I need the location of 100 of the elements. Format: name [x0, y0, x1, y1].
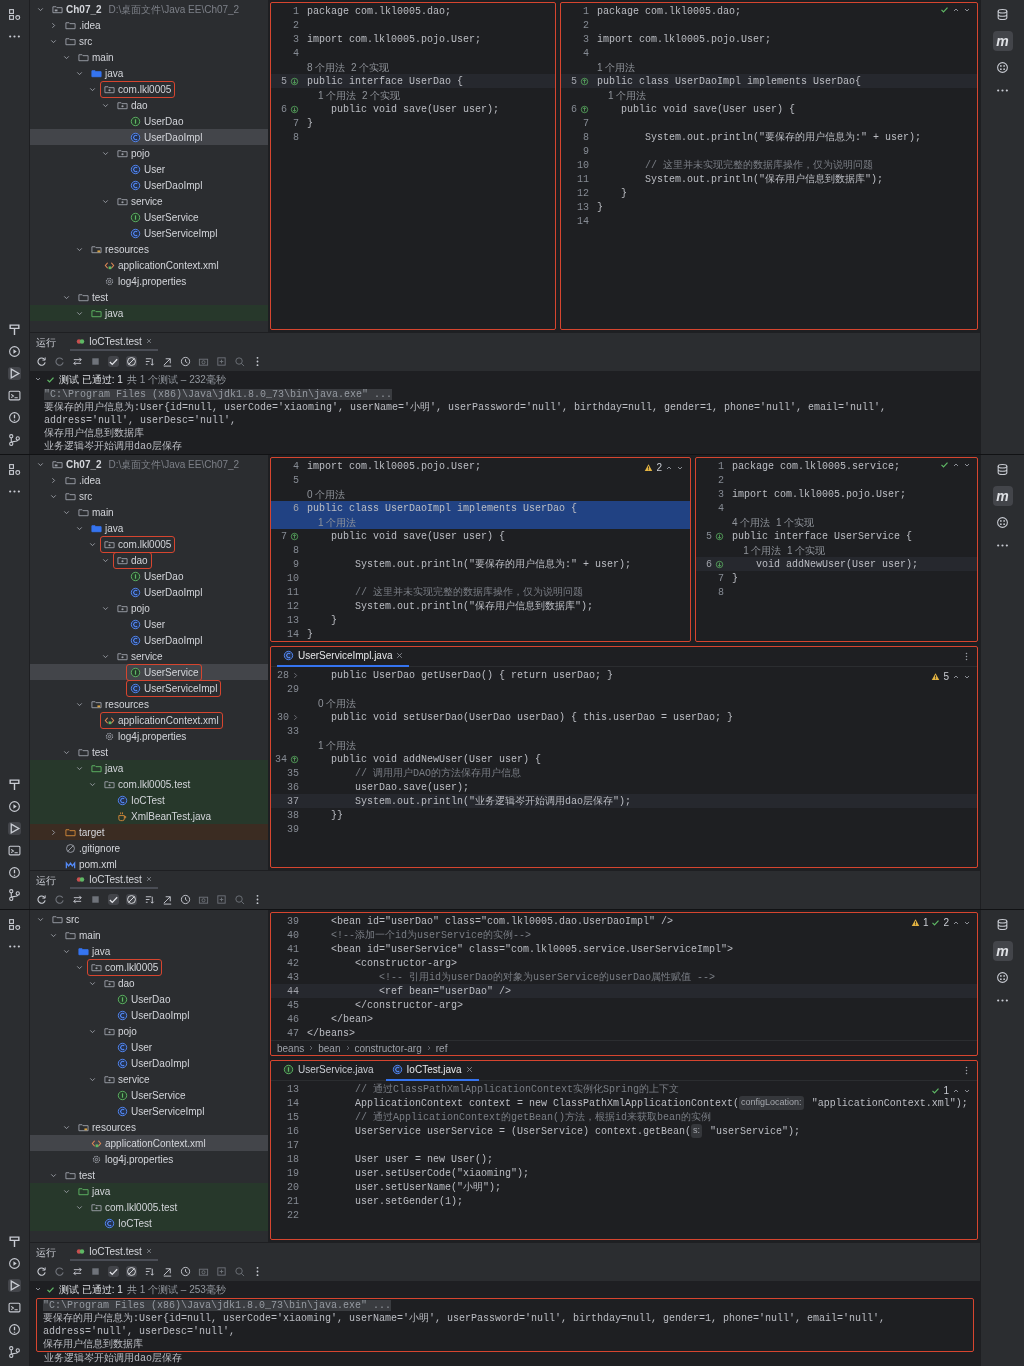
tree-item[interactable]: UserDaoImpl [113, 1054, 194, 1072]
plugin-icon[interactable] [996, 516, 1009, 529]
down-arrow-circle-icon[interactable] [290, 76, 299, 86]
sort-icon[interactable] [144, 1265, 155, 1277]
export-icon[interactable] [216, 1265, 227, 1277]
git-icon[interactable] [8, 433, 21, 446]
up-arrow-circle-icon[interactable] [290, 531, 299, 541]
plugin-icon[interactable] [996, 971, 1009, 984]
services-icon[interactable] [8, 345, 21, 358]
tree-item[interactable]: UserService [113, 1086, 190, 1104]
blocked-icon[interactable] [126, 1265, 137, 1277]
run-icon[interactable] [8, 1279, 21, 1292]
tree-item[interactable]: com.lkl0005 [87, 958, 163, 976]
usage-hint[interactable]: 1 个用法 2 个实现 [307, 87, 401, 103]
tree-item[interactable]: dao [113, 96, 152, 114]
git-icon[interactable] [8, 1345, 21, 1358]
tree-item[interactable]: java [87, 519, 128, 537]
tree-item[interactable]: main [74, 503, 118, 521]
maven-tool-button[interactable]: m [992, 941, 1013, 961]
tree-item[interactable]: .idea [61, 471, 105, 489]
usage-hint[interactable]: 1 个用法 1 个实现 [732, 542, 826, 558]
usage-hint[interactable]: 4 个用法 1 个实现 [732, 514, 815, 530]
check-icon[interactable] [108, 1265, 119, 1277]
tree-item[interactable]: IoCTest [113, 791, 169, 809]
maven-tool-button[interactable]: m [992, 31, 1013, 51]
tree-item[interactable]: UserDaoImpl [126, 583, 207, 601]
tree-item[interactable]: target [61, 823, 109, 841]
tree-item[interactable]: IoCTest [100, 1214, 156, 1232]
tree-item[interactable]: service [113, 192, 167, 210]
close-icon[interactable] [145, 338, 152, 344]
tree-item[interactable]: dao [100, 974, 139, 992]
fold-icon[interactable] [292, 671, 299, 679]
database-icon[interactable] [996, 463, 1009, 476]
chevron-icon[interactable] [49, 475, 58, 485]
tree-item[interactable]: UserDao [126, 112, 188, 130]
tree-item[interactable]: User [126, 615, 170, 633]
toggle-icon[interactable] [72, 355, 83, 367]
rerun-icon[interactable] [36, 355, 47, 367]
tree-item[interactable]: Ch07_2 [48, 455, 106, 473]
problems-icon[interactable] [8, 1323, 21, 1336]
rerun-failed-icon[interactable] [54, 893, 65, 905]
editor-tab[interactable]: IoCTest.java [385, 1061, 479, 1081]
breadcrumb-item[interactable]: ref [435, 1040, 448, 1055]
git-icon[interactable] [8, 888, 21, 901]
tree-item[interactable]: pojo [113, 599, 154, 617]
tree-item[interactable]: resources [74, 1118, 140, 1136]
usage-hint[interactable]: 1 个用法 [597, 87, 647, 103]
tree-item[interactable]: com.lkl0005 [100, 80, 176, 98]
down-arrow-circle-icon[interactable] [715, 531, 724, 541]
hammer-icon[interactable] [8, 323, 21, 336]
usage-hint[interactable]: 8 个用法 2 个实现 [307, 59, 390, 75]
sort-icon[interactable] [144, 893, 155, 905]
tree-item[interactable]: UserServiceImpl [126, 679, 222, 697]
breadcrumb-item[interactable]: constructor-arg [354, 1040, 422, 1055]
terminal-icon[interactable] [8, 844, 21, 857]
usage-hint[interactable]: 1 个用法 [307, 737, 357, 753]
tree-item[interactable]: UserServiceImpl [126, 224, 222, 242]
structure-icon[interactable] [8, 918, 21, 931]
rerun-failed-icon[interactable] [54, 1265, 65, 1277]
rerun-icon[interactable] [36, 1265, 47, 1277]
tree-item[interactable]: java [87, 759, 128, 777]
tree-item[interactable]: java [87, 304, 128, 322]
tree-item[interactable]: main [74, 48, 118, 66]
breadcrumb-item[interactable]: beans [277, 1040, 305, 1055]
problems-icon[interactable] [8, 411, 21, 424]
structure-icon[interactable] [8, 463, 21, 476]
sort-icon[interactable] [144, 355, 155, 367]
tree-item[interactable]: User [113, 1038, 157, 1056]
structure-icon[interactable] [8, 8, 21, 21]
tree-item[interactable]: java [87, 64, 128, 82]
hammer-icon[interactable] [8, 1235, 21, 1248]
editor-tab[interactable]: UserService.java [277, 1061, 380, 1081]
down-arrow-circle-icon[interactable] [290, 104, 299, 114]
hammer-icon[interactable] [8, 778, 21, 791]
export-icon[interactable] [216, 893, 227, 905]
blocked-icon[interactable] [126, 355, 137, 367]
tree-item[interactable]: UserService [126, 208, 203, 226]
close-icon[interactable] [465, 1066, 473, 1073]
tree-item[interactable]: com.lkl0005.test [87, 1198, 182, 1216]
chevron-icon[interactable] [49, 20, 58, 30]
close-icon[interactable] [396, 652, 404, 659]
run-icon[interactable] [8, 367, 21, 380]
terminal-icon[interactable] [8, 1301, 21, 1314]
tree-item[interactable]: UserService [126, 663, 203, 681]
history-icon[interactable] [180, 1265, 191, 1277]
toggle-icon[interactable] [72, 893, 83, 905]
editor-tab[interactable]: UserServiceImpl.java [277, 647, 410, 667]
tree-item[interactable]: test [61, 1166, 100, 1184]
tree-item[interactable]: main [61, 926, 105, 944]
tree-item[interactable]: src [48, 910, 84, 928]
database-icon[interactable] [996, 8, 1009, 21]
tree-item[interactable]: pojo [100, 1022, 141, 1040]
tree-item[interactable]: java [74, 1182, 115, 1200]
tree-item[interactable]: service [100, 1070, 154, 1088]
tree-item[interactable]: test [74, 288, 113, 306]
tree-item[interactable]: UserDaoImpl [126, 128, 207, 146]
blocked-icon[interactable] [126, 893, 137, 905]
breadcrumb-item[interactable]: bean [318, 1040, 341, 1055]
tree-item[interactable]: resources [87, 240, 153, 258]
check-icon[interactable] [108, 893, 119, 905]
